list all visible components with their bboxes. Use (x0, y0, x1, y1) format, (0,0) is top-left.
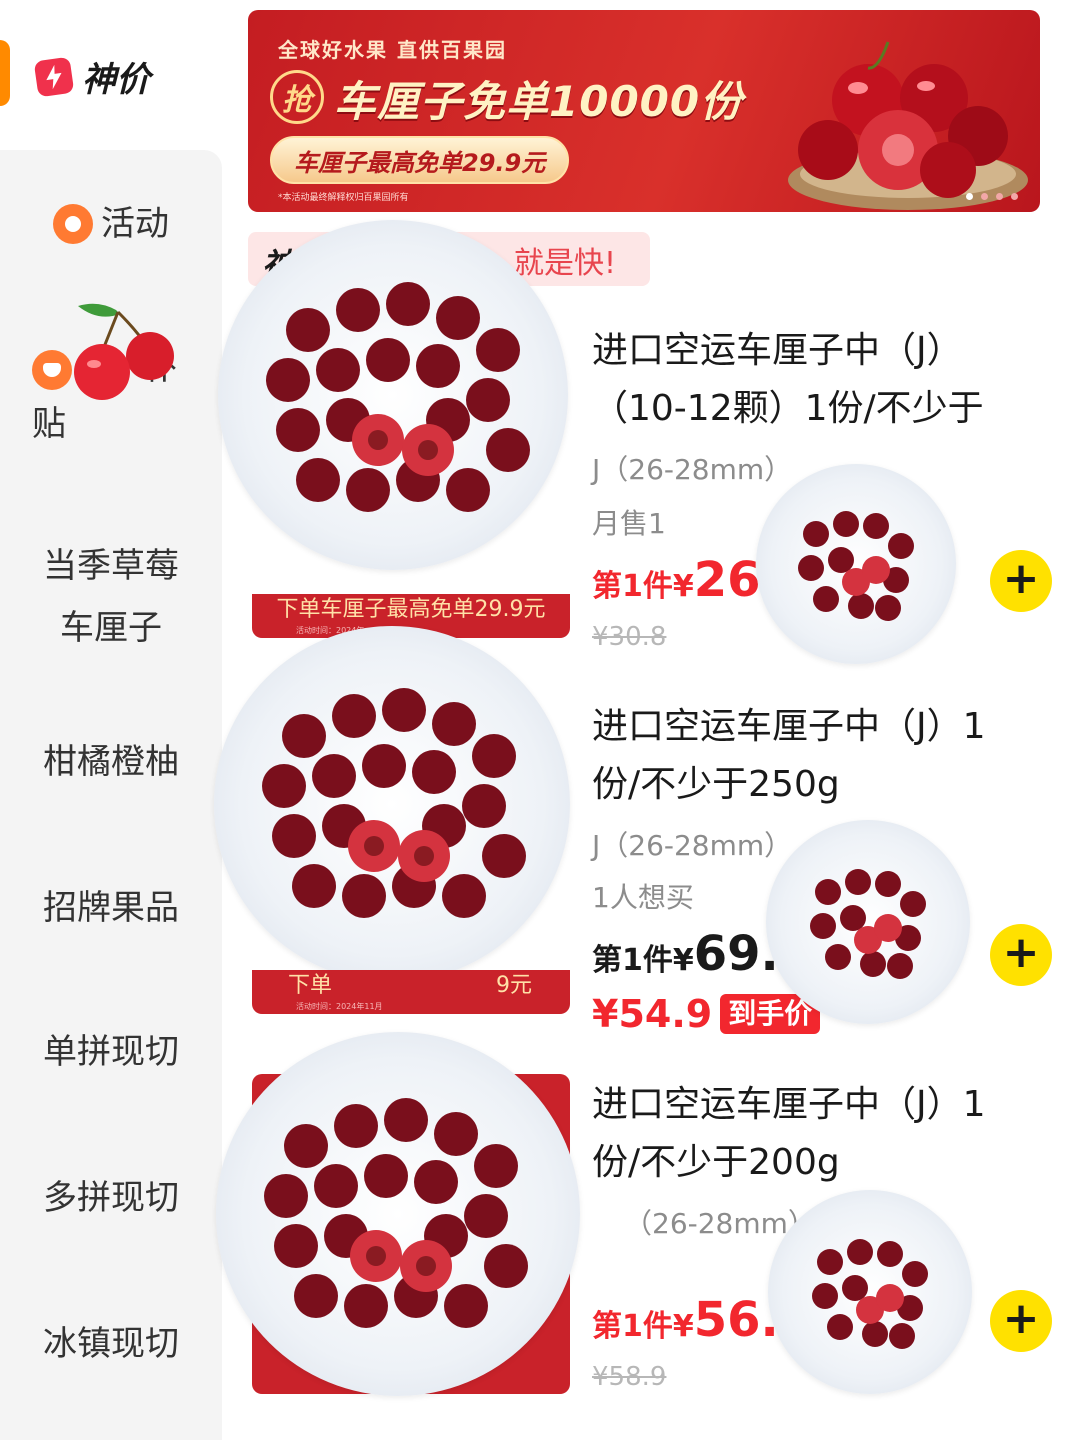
product-title[interactable]: 进口空运车厘子中（J）（10-12颗）1份/不少于 (592, 322, 1032, 438)
product-card[interactable]: 下单 9元 活动时间：2024年11月 进口空运车厘子中（J）1份/不少于250… (214, 620, 1080, 1040)
carousel-indicator[interactable] (966, 193, 1018, 200)
sidebar-item-label: 招牌果品 (43, 888, 179, 928)
product-card[interactable]: 进口空运车厘子中（J）1份/不少于200g （26-28mm） 第1件¥56.9… (216, 1030, 1080, 1430)
sidebar-item-label: 车厘子 (60, 608, 162, 648)
grab-badge: 抢 (270, 70, 324, 124)
product-card[interactable]: 下单车厘子最高免单29.9元 活动时间：2024年 进口空运车厘子中（J）（10… (218, 220, 1080, 664)
ribbon-text: 下单 (288, 973, 333, 998)
cherry-bowl-image (264, 1098, 528, 1328)
plus-icon: + (1002, 1293, 1040, 1344)
sidebar-item-signature-fruit[interactable]: 招牌果品 (0, 882, 222, 934)
ribbon-text-tail: 9元 (496, 973, 532, 998)
add-to-cart-button[interactable]: + (990, 550, 1052, 612)
category-sidebar: 神价 活动 补贴 当季草莓 车厘子 柑橘橙柚 招牌果品 单拼现切 多拼现切 冰镇… (0, 0, 222, 1440)
monthly-sales: 月售1 (592, 507, 666, 540)
carousel-dot (1011, 193, 1018, 200)
carousel-dot (981, 193, 988, 200)
cherry-thumbnail-image (810, 869, 926, 979)
cherry-thumbnail-image (812, 1239, 928, 1349)
price-label: 第1件¥ (592, 1309, 694, 1344)
sidebar-item-label: 单拼现切 (43, 1032, 179, 1072)
sidebar-item-citrus[interactable]: 柑橘橙柚 (0, 736, 222, 788)
banner-headline: 车厘子免单10000份 (334, 77, 744, 126)
price-label: 第1件¥ (592, 569, 694, 604)
sidebar-item-brand[interactable]: 神价 (33, 52, 150, 101)
want-count: 1人想买 (592, 881, 694, 914)
sidebar-item-iced-cut[interactable]: 冰镇现切 (0, 1318, 222, 1370)
banner-kicker: 全球好水果 直供百果园 (278, 38, 507, 62)
cherry-bowl-image (262, 688, 526, 918)
sidebar-item-label: 当季草莓 (43, 546, 179, 586)
carousel-dot (996, 193, 1003, 200)
banner-offer-pill: 车厘子最高免单29.9元 (270, 136, 570, 184)
product-spec: J（26-28mm） (592, 829, 793, 862)
cherry-sticker-icon (74, 303, 174, 400)
original-price: ¥58.9 (592, 1362, 667, 1392)
brand-label: 神价 (82, 60, 150, 100)
price: 第1件¥26. (592, 552, 779, 608)
plus-icon: + (1002, 927, 1040, 978)
sidebar-item-label: 冰镇现切 (43, 1324, 179, 1364)
active-indicator (0, 40, 10, 106)
product-title[interactable]: 进口空运车厘子中（J）1份/不少于250g (592, 698, 1032, 814)
product-title[interactable]: 进口空运车厘子中（J）1份/不少于200g (592, 1076, 1032, 1192)
add-to-cart-button[interactable]: + (990, 924, 1052, 986)
add-to-cart-button[interactable]: + (990, 1290, 1052, 1352)
sidebar-item-label: 多拼现切 (43, 1178, 179, 1218)
carousel-dot (966, 193, 973, 200)
sidebar-item-activity[interactable]: 活动 (0, 198, 222, 250)
sidebar-item-label: 活动 (101, 204, 169, 244)
sidebar-item-strawberry-cherry[interactable]: 当季草莓 车厘子 (0, 540, 222, 654)
ribbon-text: 下单车厘子最高免单29.9元 (276, 597, 546, 622)
sidebar-item-mixed-cut[interactable]: 多拼现切 (0, 1172, 222, 1224)
promo-banner[interactable]: 全球好水果 直供百果园 抢 车厘子免单10000份 车厘子最高免单29.9元 *… (248, 10, 1040, 212)
product-spec: J（26-28mm） (592, 453, 793, 486)
lightning-icon (33, 56, 75, 97)
plus-icon: + (1002, 553, 1040, 604)
cherry-bowl-image (266, 282, 530, 512)
price-label: 第1件¥ (592, 943, 694, 978)
location-pin-icon (53, 204, 93, 244)
ribbon-note: 活动时间：2024年11月 (296, 1002, 383, 1011)
sidebar-item-label: 柑橘橙柚 (43, 742, 179, 782)
sidebar-item-single-cut[interactable]: 单拼现切 (0, 1026, 222, 1078)
banner-disclaimer: *本活动最终解释权归百果园所有 (278, 193, 409, 203)
cherry-basket-image (788, 41, 1028, 210)
promo-ribbon: 下单 9元 活动时间：2024年11月 (252, 970, 570, 1014)
